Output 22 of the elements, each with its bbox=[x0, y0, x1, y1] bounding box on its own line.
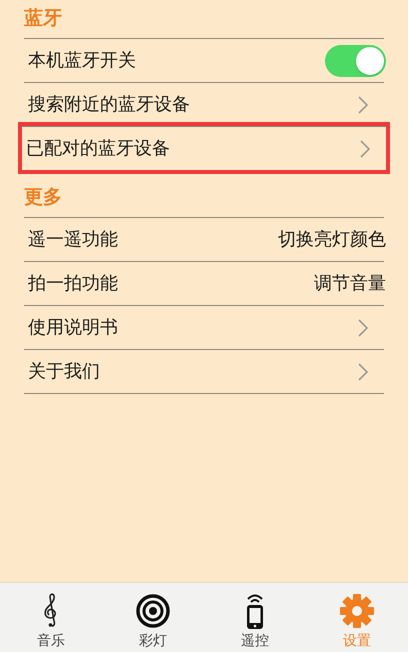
section-title: 更多 bbox=[24, 188, 62, 207]
settings-row[interactable]: 本机蓝牙开关 bbox=[24, 38, 384, 82]
tab-bar-item[interactable]: 遥控 bbox=[204, 583, 306, 652]
settings-row[interactable]: 已配对的蓝牙设备 bbox=[22, 126, 386, 170]
settings-row[interactable]: 关于我们 bbox=[24, 349, 384, 393]
phone-signal-icon bbox=[244, 592, 266, 630]
settings-row[interactable]: 搜索附近的蓝牙设备 bbox=[24, 82, 384, 126]
chevron-icon bbox=[358, 362, 368, 380]
target-icon bbox=[136, 594, 170, 628]
row-value: 调节音量 bbox=[314, 272, 386, 296]
settings-row[interactable]: 拍一拍功能 调节音量 bbox=[24, 261, 384, 305]
settings-row[interactable]: 使用说明书 bbox=[24, 305, 384, 349]
tab-bar-item[interactable]: 音乐 bbox=[0, 583, 102, 652]
chevron-icon bbox=[360, 140, 370, 158]
gear-icon bbox=[339, 593, 375, 629]
toggle-switch[interactable] bbox=[325, 44, 386, 76]
chevron-icon bbox=[358, 96, 368, 114]
chevron-icon bbox=[358, 318, 368, 336]
tab-bar-item[interactable]: 彩灯 bbox=[102, 583, 204, 652]
settings-row[interactable]: 遥一遥功能 切换亮灯颜色 bbox=[24, 217, 384, 261]
section-title: 蓝牙 bbox=[24, 9, 62, 28]
row-value: 切换亮灯颜色 bbox=[278, 228, 386, 252]
